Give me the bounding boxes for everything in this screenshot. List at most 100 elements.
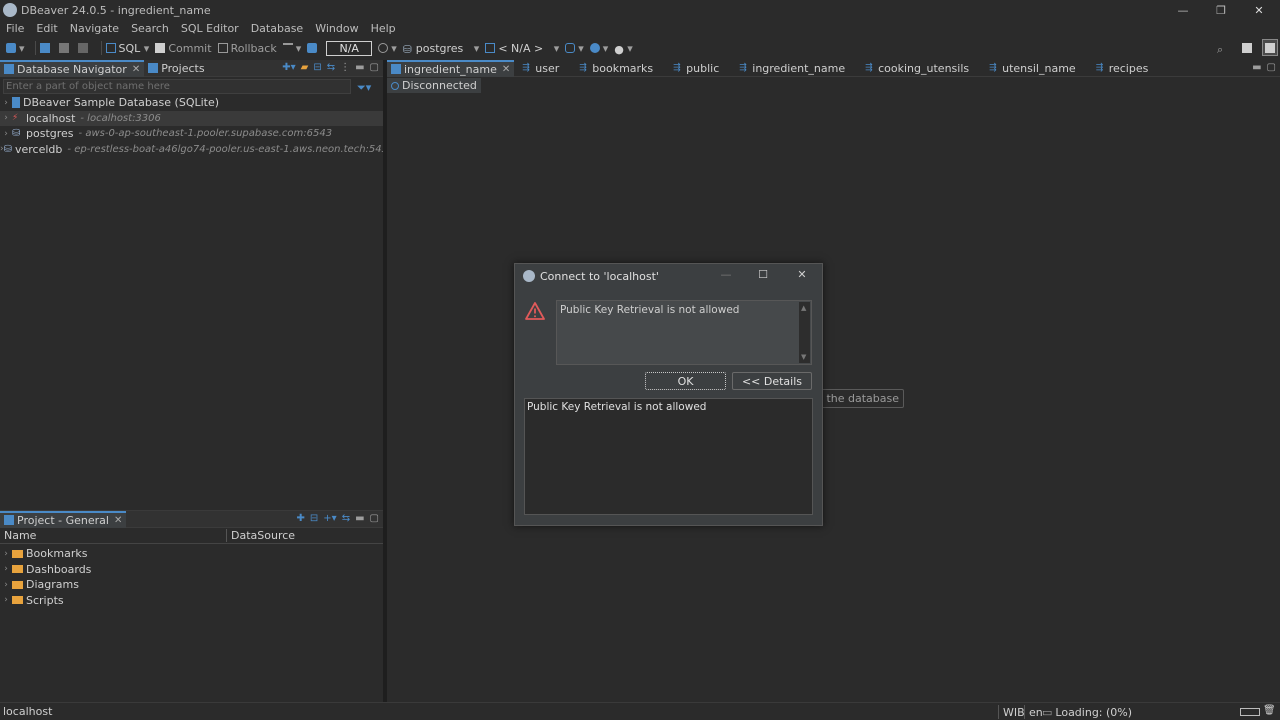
- tab-cooking-utensils[interactable]: ⇶ cooking_utensils: [861, 60, 973, 77]
- view-menu-icon[interactable]: ⋮: [340, 62, 350, 73]
- details-button[interactable]: << Details: [732, 372, 812, 390]
- tab-disconnected[interactable]: Disconnected: [387, 78, 481, 93]
- dialog-minimize-button[interactable]: —: [718, 268, 734, 281]
- status-connection: localhost: [3, 705, 53, 718]
- active-connection-selector[interactable]: ⛁ postgres ▾: [403, 42, 480, 57]
- lock-icon-button[interactable]: [307, 43, 320, 53]
- navigator-toolbar: ✚▾ ▰ ⊟ ⇆ ⋮ ▬ ▢: [282, 62, 379, 73]
- restore-button[interactable]: ❐: [1202, 0, 1240, 20]
- link-icon[interactable]: ⇆: [342, 513, 350, 524]
- tab-utensil-name[interactable]: ⇶ utensil_name: [985, 60, 1080, 77]
- new-connection-icon[interactable]: ✚▾: [282, 62, 295, 73]
- chevron-right-icon[interactable]: ›: [0, 129, 12, 139]
- column-name[interactable]: Name: [0, 529, 227, 542]
- maximize-panel-icon[interactable]: ▢: [1267, 62, 1276, 73]
- minimize-panel-icon[interactable]: ▬: [355, 513, 364, 524]
- message-scrollbar[interactable]: ▲ ▼: [799, 302, 810, 363]
- chevron-right-icon[interactable]: ›: [0, 113, 12, 123]
- heap-status-bar[interactable]: [1240, 708, 1260, 716]
- tree-item-verceldb[interactable]: › ⛁ verceldb - ep-restless-boat-a46lgo74…: [0, 142, 394, 158]
- ok-button[interactable]: OK: [645, 372, 726, 390]
- minimize-panel-icon[interactable]: ▬: [1252, 62, 1261, 73]
- transaction-mode-button[interactable]: ▾: [282, 42, 301, 55]
- tree-item-sample-database[interactable]: › DBeaver Sample Database (SQLite): [0, 95, 383, 111]
- close-icon[interactable]: ✕: [114, 515, 122, 526]
- menu-window[interactable]: Window: [309, 22, 364, 35]
- column-icon: ⇶: [579, 63, 587, 73]
- garbage-collect-icon[interactable]: 🗑: [1263, 705, 1276, 716]
- tab-bookmarks[interactable]: ⇶ bookmarks: [575, 60, 657, 77]
- scroll-down-icon[interactable]: ▼: [801, 353, 806, 361]
- cloud-button[interactable]: ▾: [565, 42, 584, 55]
- column-datasource[interactable]: DataSource: [227, 529, 295, 542]
- pin-button[interactable]: ● ▾: [614, 42, 633, 57]
- rollback-button[interactable]: Rollback: [217, 42, 277, 55]
- navigator-filter-input[interactable]: Enter a part of object name here: [3, 79, 351, 94]
- filter-icon[interactable]: ⏷▾: [357, 81, 371, 95]
- minimize-button[interactable]: —: [1164, 0, 1202, 20]
- tab-ingredient-name-active[interactable]: ingredient_name ✕: [387, 59, 515, 77]
- history-button[interactable]: ▾: [378, 42, 397, 55]
- collapse-icon[interactable]: ⊟: [310, 513, 318, 524]
- maximize-panel-icon[interactable]: ▢: [370, 62, 379, 73]
- configure-icon[interactable]: ✚: [297, 513, 305, 524]
- commit-button[interactable]: Commit: [155, 42, 212, 55]
- scroll-up-icon[interactable]: ▲: [801, 304, 806, 312]
- collapse-all-icon[interactable]: ⊟: [313, 62, 321, 73]
- maximize-panel-icon[interactable]: ▢: [370, 513, 379, 524]
- menu-file[interactable]: File: [0, 22, 30, 35]
- connect-button[interactable]: [39, 43, 53, 53]
- sqlite-icon: [12, 97, 20, 109]
- menu-search[interactable]: Search: [125, 22, 175, 35]
- chevron-right-icon[interactable]: ›: [0, 564, 12, 574]
- menu-help[interactable]: Help: [365, 22, 402, 35]
- menu-database[interactable]: Database: [245, 22, 310, 35]
- error-details-text[interactable]: Public Key Retrieval is not allowed: [524, 398, 813, 515]
- chevron-right-icon[interactable]: ›: [0, 549, 12, 559]
- menu-sql-editor[interactable]: SQL Editor: [175, 22, 245, 35]
- column-icon: ⇶: [739, 63, 747, 73]
- tab-user[interactable]: ⇶ user: [518, 60, 563, 77]
- chevron-right-icon[interactable]: ›: [0, 595, 12, 605]
- disconnect-button[interactable]: [58, 43, 72, 53]
- chevron-right-icon[interactable]: ›: [0, 98, 12, 108]
- tree-item-localhost[interactable]: › ⚡ localhost - localhost:3306: [0, 110, 383, 126]
- add-icon[interactable]: +▾: [323, 513, 336, 524]
- tree-item-bookmarks[interactable]: › Bookmarks: [0, 546, 383, 562]
- tools-button[interactable]: ▾: [589, 42, 608, 55]
- link-editor-icon[interactable]: ⇆: [327, 62, 335, 73]
- invalidate-button[interactable]: [77, 43, 91, 53]
- search-button[interactable]: ⌕: [1217, 43, 1230, 56]
- dbeaver-perspective-button[interactable]: [1262, 39, 1278, 56]
- chevron-right-icon[interactable]: ›: [0, 580, 12, 590]
- sql-icon: [105, 43, 116, 53]
- menu-navigate[interactable]: Navigate: [64, 22, 125, 35]
- tab-database-navigator[interactable]: Database Navigator ✕: [0, 59, 145, 77]
- tab-recipes[interactable]: ⇶ recipes: [1092, 60, 1153, 77]
- minimize-panel-icon[interactable]: ▬: [355, 62, 364, 73]
- schema-icon: [485, 43, 496, 53]
- tree-item-postgres[interactable]: › ⛁ postgres - aws-0-ap-southeast-1.pool…: [0, 126, 383, 142]
- error-message-box: Public Key Retrieval is not allowed ▲ ▼: [556, 300, 812, 365]
- close-window-button[interactable]: ✕: [1240, 0, 1278, 20]
- close-icon[interactable]: ✕: [502, 64, 510, 75]
- tree-item-dashboards[interactable]: › Dashboards: [0, 562, 383, 578]
- menu-edit[interactable]: Edit: [30, 22, 63, 35]
- tab-projects[interactable]: Projects: [144, 60, 208, 77]
- tree-item-scripts[interactable]: › Scripts: [0, 593, 383, 609]
- tree-item-diagrams[interactable]: › Diagrams: [0, 577, 383, 593]
- dialog-maximize-button[interactable]: ☐: [755, 268, 771, 281]
- active-schema-selector[interactable]: < N/A > ▾: [485, 42, 559, 55]
- dialog-close-button[interactable]: ✕: [794, 268, 810, 281]
- postgres-icon: ⛁: [12, 128, 21, 140]
- new-connection-button[interactable]: ▾: [6, 42, 25, 55]
- perspective-button[interactable]: [1242, 43, 1255, 53]
- sql-editor-button[interactable]: SQL ▾: [105, 42, 149, 55]
- connect-icon: [39, 43, 50, 53]
- tab-public[interactable]: ⇶ public: [669, 60, 723, 77]
- tab-project-general[interactable]: Project - General ✕: [0, 510, 127, 528]
- database-navigator-panel: Database Navigator ✕ Projects ✚▾ ▰ ⊟ ⇆ ⋮…: [0, 59, 394, 506]
- folder-icon[interactable]: ▰: [301, 62, 309, 73]
- close-icon[interactable]: ✕: [132, 64, 140, 75]
- tab-ingredient-name[interactable]: ⇶ ingredient_name: [735, 60, 849, 77]
